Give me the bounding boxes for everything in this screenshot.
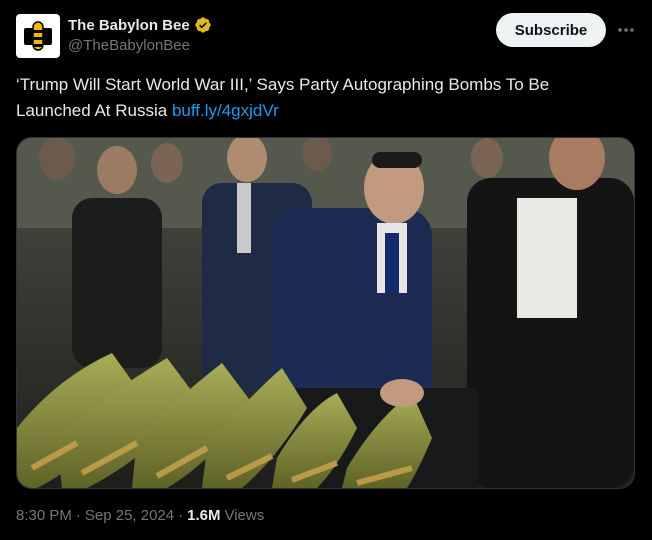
tweet-time[interactable]: 8:30 PM: [16, 507, 72, 524]
views-count: 1.6M: [187, 507, 221, 524]
media-photo: [17, 138, 634, 488]
display-name[interactable]: The Babylon Bee: [68, 17, 190, 34]
avatar[interactable]: [16, 14, 60, 58]
meta-separator: ·: [178, 507, 184, 524]
views-label: Views: [224, 507, 265, 524]
tweet-header: The Babylon Bee @TheBabylonBee Subscribe: [16, 12, 636, 60]
subscribe-button[interactable]: Subscribe: [496, 13, 606, 47]
tweet-text: ‘Trump Will Start World War III,’ Says P…: [16, 72, 626, 124]
tweet-date[interactable]: Sep 25, 2024: [85, 507, 174, 524]
display-name-row: The Babylon Bee: [68, 16, 212, 34]
tweet-link[interactable]: buff.ly/4gxjdVr: [172, 101, 279, 120]
account-handle[interactable]: @TheBabylonBee: [68, 37, 212, 54]
more-options-icon[interactable]: [614, 20, 638, 40]
tweet-media-image[interactable]: [16, 137, 635, 489]
babylon-bee-logo-icon: [20, 18, 56, 54]
meta-separator: ·: [75, 507, 81, 524]
tweet-meta: 8:30 PM · Sep 25, 2024 · 1.6M Views: [16, 507, 264, 524]
account-names: The Babylon Bee @TheBabylonBee: [68, 16, 212, 54]
verified-badge-icon[interactable]: [194, 16, 212, 34]
tweet-body: ‘Trump Will Start World War III,’ Says P…: [16, 75, 550, 120]
